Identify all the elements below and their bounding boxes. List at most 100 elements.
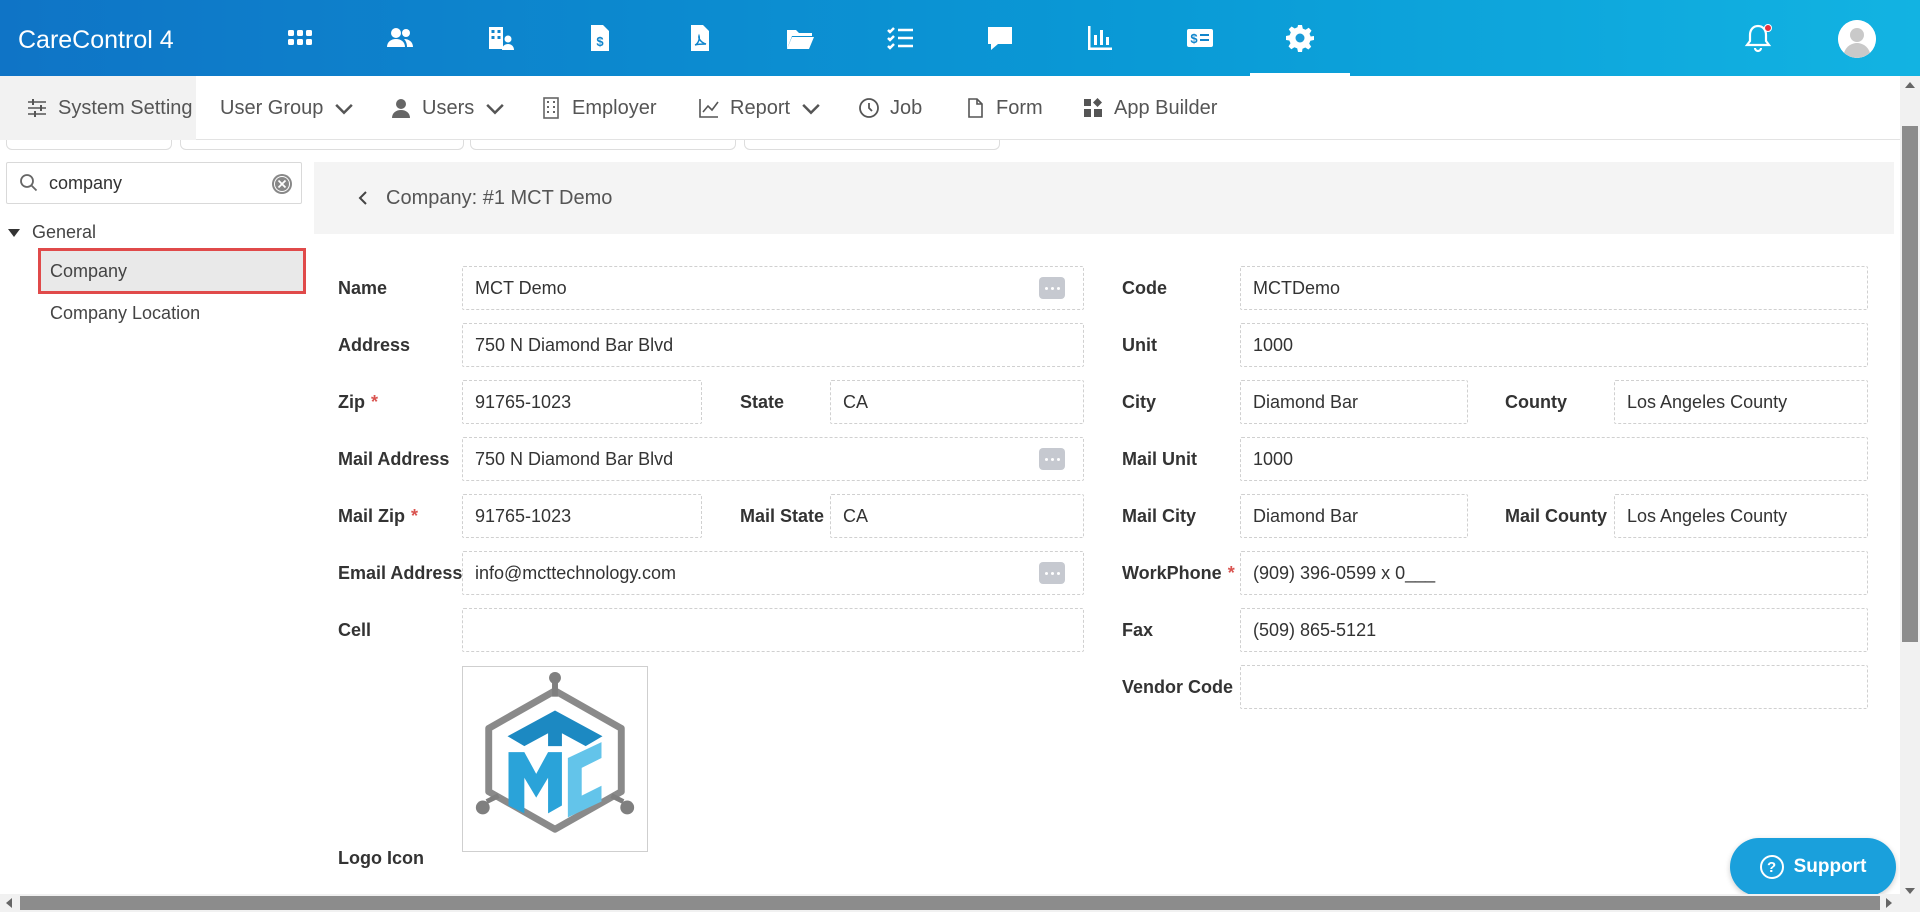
tree-item-company[interactable]: Company bbox=[38, 248, 306, 294]
tree-group-general[interactable]: General bbox=[8, 222, 96, 243]
mail-county-field[interactable]: Los Angeles County bbox=[1614, 494, 1868, 538]
unit-label: Unit bbox=[1122, 334, 1157, 355]
settings-icon[interactable] bbox=[1250, 14, 1350, 76]
city-field[interactable]: Diamond Bar bbox=[1240, 380, 1468, 424]
document-icon[interactable] bbox=[650, 14, 750, 62]
billing-icon[interactable]: $ bbox=[1150, 14, 1250, 62]
county-label: County bbox=[1505, 391, 1567, 412]
scrollbar-thumb[interactable] bbox=[1902, 126, 1918, 642]
folder-icon[interactable] bbox=[750, 14, 850, 62]
support-button[interactable]: ? Support bbox=[1730, 838, 1896, 896]
mail-state-value: CA bbox=[843, 505, 869, 526]
unit-field[interactable]: 1000 bbox=[1240, 323, 1868, 367]
notification-bell-icon[interactable] bbox=[1740, 20, 1776, 56]
mail-county-value: Los Angeles County bbox=[1627, 505, 1788, 526]
line-chart-icon bbox=[699, 99, 719, 118]
subnav-report[interactable]: Report bbox=[698, 76, 832, 140]
workphone-value: (909) 396-0599 x 0___ bbox=[1253, 562, 1436, 583]
subnav-label: System Setting bbox=[58, 96, 193, 119]
back-button[interactable] bbox=[350, 185, 376, 211]
fax-value: (509) 865-5121 bbox=[1253, 619, 1377, 640]
more-options-button[interactable] bbox=[1039, 277, 1065, 299]
name-field[interactable]: MCT Demo bbox=[462, 266, 1084, 310]
subnav-app-builder[interactable]: App Builder bbox=[1082, 76, 1217, 140]
background-tab bbox=[744, 140, 1000, 150]
mail-zip-label: Mail Zip * bbox=[338, 505, 419, 526]
address-value: 750 N Diamond Bar Blvd bbox=[475, 334, 674, 355]
horizontal-scrollbar[interactable] bbox=[0, 894, 1920, 912]
chat-icon[interactable] bbox=[950, 14, 1050, 62]
tree-item-label: Company bbox=[50, 260, 128, 281]
more-options-button[interactable] bbox=[1039, 562, 1065, 584]
address-label: Address bbox=[338, 334, 411, 355]
chevron-left-icon bbox=[358, 191, 367, 205]
subnav-user-group[interactable]: User Group bbox=[220, 76, 365, 140]
clear-search-icon[interactable] bbox=[271, 173, 293, 195]
mail-state-label: Mail State bbox=[740, 505, 825, 526]
state-field[interactable]: CA bbox=[830, 380, 1084, 424]
checklist-icon[interactable] bbox=[850, 14, 950, 62]
people-icon[interactable] bbox=[350, 14, 450, 62]
fax-field[interactable]: (509) 865-5121 bbox=[1240, 608, 1868, 652]
address-field[interactable]: 750 N Diamond Bar Blvd bbox=[462, 323, 1084, 367]
zip-value: 91765-1023 bbox=[475, 391, 572, 412]
background-tab bbox=[6, 140, 172, 150]
state-label: State bbox=[740, 391, 785, 412]
tree-item-company-location[interactable]: Company Location bbox=[38, 290, 306, 336]
subnav-label: Users bbox=[422, 96, 475, 119]
scroll-right-icon[interactable] bbox=[1886, 898, 1892, 908]
subnav-label: Job bbox=[890, 96, 923, 119]
unit-value: 1000 bbox=[1253, 334, 1294, 355]
mail-zip-value: 91765-1023 bbox=[475, 505, 572, 526]
mail-county-label: Mail County bbox=[1505, 505, 1607, 526]
code-label: Code bbox=[1122, 277, 1167, 298]
mail-state-field[interactable]: CA bbox=[830, 494, 1084, 538]
mail-zip-field[interactable]: 91765-1023 bbox=[462, 494, 702, 538]
vertical-scrollbar[interactable] bbox=[1900, 76, 1920, 894]
fax-label: Fax bbox=[1122, 619, 1154, 640]
name-value: MCT Demo bbox=[475, 277, 567, 298]
page-title: Company: #1 MCT Demo bbox=[386, 186, 613, 209]
code-field[interactable]: MCTDemo bbox=[1240, 266, 1868, 310]
subnav-label: User Group bbox=[220, 96, 324, 119]
building-icon bbox=[543, 97, 559, 119]
avatar[interactable] bbox=[1838, 20, 1876, 58]
scroll-up-icon[interactable] bbox=[1905, 82, 1915, 88]
mail-city-label: Mail City bbox=[1122, 505, 1197, 526]
cell-field[interactable] bbox=[462, 608, 1084, 652]
mail-city-field[interactable]: Diamond Bar bbox=[1240, 494, 1468, 538]
subnav-label: Report bbox=[730, 96, 791, 119]
zip-field[interactable]: 91765-1023 bbox=[462, 380, 702, 424]
required-mark: * bbox=[411, 505, 419, 526]
required-mark: * bbox=[1227, 562, 1235, 583]
scrollbar-thumb[interactable] bbox=[20, 896, 1880, 910]
subnav-job[interactable]: Job bbox=[858, 76, 922, 140]
cell-label: Cell bbox=[338, 619, 372, 640]
mail-unit-field[interactable]: 1000 bbox=[1240, 437, 1868, 481]
support-label: Support bbox=[1793, 856, 1867, 877]
workphone-field[interactable]: (909) 396-0599 x 0___ bbox=[1240, 551, 1868, 595]
apps-icon[interactable] bbox=[250, 14, 350, 62]
county-field[interactable]: Los Angeles County bbox=[1614, 380, 1868, 424]
subnav-employer[interactable]: Employer bbox=[540, 76, 656, 140]
more-options-button[interactable] bbox=[1039, 448, 1065, 470]
subnav-form[interactable]: Form bbox=[964, 76, 1043, 140]
subnav-system-setting[interactable]: System Setting bbox=[0, 76, 196, 140]
vendor-code-field[interactable] bbox=[1240, 665, 1868, 709]
email-value: info@mcttechnology.com bbox=[475, 562, 677, 583]
city-value: Diamond Bar bbox=[1253, 391, 1359, 412]
subnav-users[interactable]: Users bbox=[390, 76, 516, 140]
search-input[interactable] bbox=[49, 169, 269, 197]
company-logo-image[interactable] bbox=[462, 666, 648, 852]
email-field[interactable]: info@mcttechnology.com bbox=[462, 551, 1084, 595]
notification-dot bbox=[1764, 24, 1772, 32]
settings-search-box bbox=[6, 162, 302, 204]
mail-address-field[interactable]: 750 N Diamond Bar Blvd bbox=[462, 437, 1084, 481]
mail-unit-label: Mail Unit bbox=[1122, 448, 1197, 469]
building-icon[interactable] bbox=[450, 14, 550, 62]
background-tab bbox=[470, 140, 736, 150]
tree-group-label: General bbox=[32, 222, 97, 242]
chart-icon[interactable] bbox=[1050, 14, 1150, 62]
scroll-left-icon[interactable] bbox=[6, 898, 12, 908]
invoice-icon[interactable]: $ bbox=[550, 14, 650, 62]
